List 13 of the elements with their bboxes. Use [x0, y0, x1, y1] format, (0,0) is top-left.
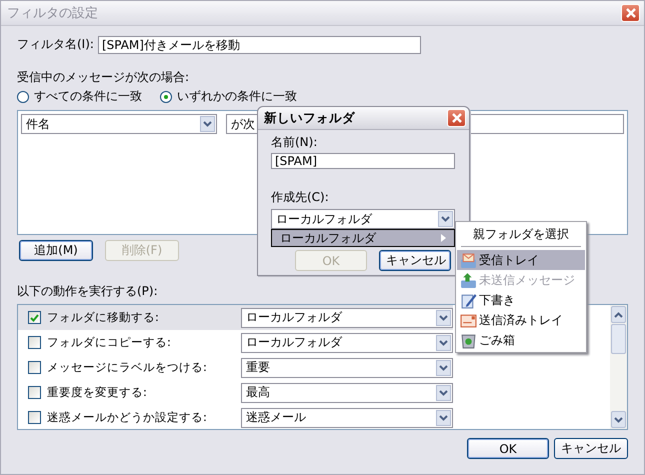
- match-label: 受信中のメッセージが次の場合:: [17, 69, 190, 86]
- name-label: 名前(N):: [271, 134, 318, 151]
- window-title: フィルタの設定: [7, 5, 98, 22]
- menu-header: 親フォルダを選択: [472, 226, 570, 243]
- dialog-title: 新しいフォルダ: [264, 110, 355, 126]
- location-label: 作成先(C):: [271, 189, 329, 206]
- action-label: フォルダに移動する:: [47, 310, 160, 325]
- filter-name-label: フィルタ名(I):: [17, 36, 94, 53]
- actions-label: 以下の動作を実行する(P):: [17, 283, 158, 300]
- action-label: 重要度を変更する:: [47, 385, 148, 400]
- action-label: フォルダにコピーする:: [47, 335, 172, 350]
- action-label: 迷惑メールかどうか設定する:: [47, 410, 208, 425]
- action-label: メッセージにラベルをつける:: [47, 360, 208, 375]
